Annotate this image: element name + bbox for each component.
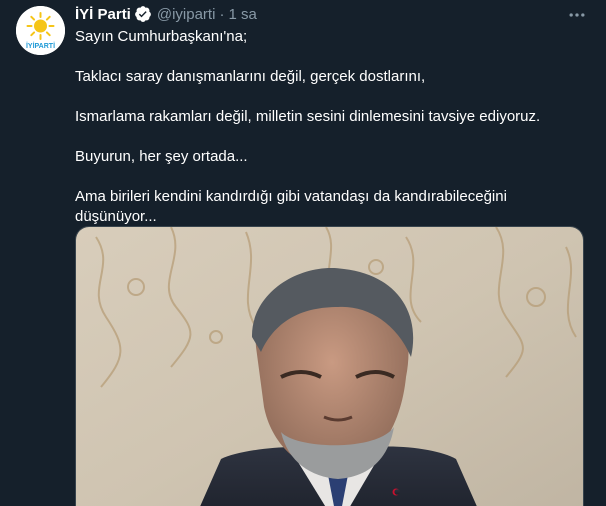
author-name[interactable]: İYİ Parti — [75, 6, 131, 23]
video-frame — [76, 227, 583, 506]
author-handle[interactable]: @iyiparti — [157, 6, 216, 23]
tweet-text: Sayın Cumhurbaşkanı'na; Taklacı saray da… — [75, 27, 585, 227]
tweet-header: İYİ Parti @iyiparti · 1 sa — [75, 4, 257, 24]
tweet[interactable]: İYİPARTİ İYİ Parti @iyiparti · 1 sa Sayı… — [0, 0, 606, 506]
avatar[interactable]: İYİPARTİ — [16, 6, 65, 55]
tweet-line: Sayın Cumhurbaşkanı'na; — [75, 28, 248, 45]
tweet-video[interactable] — [75, 226, 584, 506]
separator-dot: · — [219, 5, 225, 23]
iyi-parti-logo-icon: İYİPARTİ — [16, 6, 65, 55]
tweet-line: Taklacı saray danışmanlarını değil, gerç… — [75, 68, 426, 85]
avatar-text: İYİPARTİ — [26, 42, 55, 50]
tweet-line: Ismarlama rakamları değil, milletin sesi… — [75, 108, 541, 125]
tweet-line: Ama birileri kendini kandırdığı gibi vat… — [75, 188, 507, 225]
verified-badge-icon — [134, 5, 152, 23]
more-options-icon[interactable] — [564, 2, 590, 28]
timestamp[interactable]: 1 sa — [228, 6, 256, 23]
tweet-line: Buyurun, her şey ortada... — [75, 148, 248, 165]
